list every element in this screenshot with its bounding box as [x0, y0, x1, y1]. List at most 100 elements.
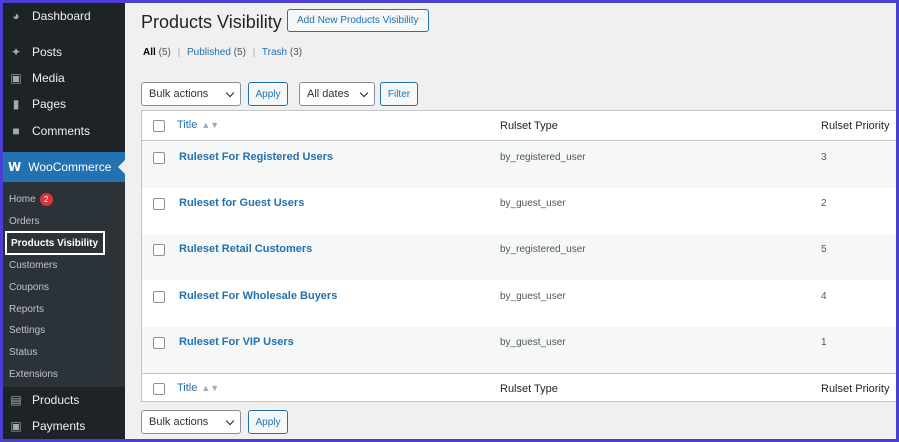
menu-comments[interactable]: ■ Comments: [3, 118, 125, 144]
filter-all[interactable]: All: [143, 47, 156, 58]
row-checkbox[interactable]: [153, 337, 165, 349]
submenu-home[interactable]: Home 2: [9, 190, 53, 208]
row-type: by_guest_user: [500, 337, 566, 348]
page-icon: ▮: [12, 97, 20, 111]
sort-icon: ▲▼: [201, 120, 220, 130]
row-priority: 4: [821, 291, 827, 302]
page-title: Products Visibility: [141, 12, 282, 32]
bulk-actions-select[interactable]: Bulk actions: [141, 82, 241, 106]
row-title-link[interactable]: Ruleset For Wholesale Buyers: [179, 290, 337, 302]
row-type: by_registered_user: [500, 152, 586, 163]
screenshot-frame: ◕ Dashboard ✦ Posts ▣ Media ▮ Pages ■ Co…: [3, 3, 896, 439]
menu-woocommerce[interactable]: W WooCommerce: [3, 152, 125, 182]
comment-icon: ■: [12, 124, 20, 138]
table-row[interactable]: Ruleset For Registered Users by_register…: [142, 141, 896, 188]
submenu-settings[interactable]: Settings: [9, 321, 45, 339]
status-filter-links: All (5) | Published (5) | Trash (3): [143, 47, 302, 58]
table-row[interactable]: Ruleset for Guest Users by_guest_user 2: [142, 188, 896, 234]
filter-trash-count: (3): [289, 47, 303, 58]
select-value: All dates: [307, 88, 350, 100]
row-title-link[interactable]: Ruleset For Registered Users: [179, 151, 333, 163]
menu-label: WooCommerce: [28, 160, 112, 174]
table-row[interactable]: Ruleset For VIP Users by_guest_user 1: [142, 327, 896, 373]
row-checkbox[interactable]: [153, 244, 165, 256]
woocommerce-submenu: Home 2 Orders Products Visibility Custom…: [3, 182, 125, 387]
submenu-label: Customers: [9, 259, 58, 271]
column-type: Rulset Type: [500, 383, 558, 395]
dashboard-icon: ◕: [12, 9, 20, 23]
row-title-link[interactable]: Ruleset Retail Customers: [179, 243, 312, 255]
menu-posts[interactable]: ✦ Posts: [3, 39, 125, 65]
menu-pages[interactable]: ▮ Pages: [3, 91, 125, 117]
posts-table: Title ▲▼ Rulset Type Rulset Priority Rule…: [141, 110, 896, 402]
submenu-label: Settings: [9, 324, 46, 336]
submenu-reports[interactable]: Reports: [9, 300, 44, 318]
submenu-coupons[interactable]: Coupons: [9, 278, 49, 296]
submenu-status[interactable]: Status: [9, 343, 37, 361]
media-icon: ▣: [10, 71, 22, 85]
filter-button[interactable]: Filter: [380, 82, 418, 106]
row-type: by_guest_user: [500, 291, 566, 302]
submenu-orders[interactable]: Orders: [9, 212, 40, 230]
select-all-checkbox[interactable]: [153, 120, 165, 132]
column-title-label: Title: [177, 382, 198, 394]
submenu-label: Status: [9, 346, 38, 358]
menu-media[interactable]: ▣ Media: [3, 65, 125, 91]
menu-label: Payments: [32, 419, 86, 433]
menu-products[interactable]: ▤ Products: [3, 387, 125, 413]
pin-icon: ✦: [10, 45, 22, 59]
select-value: Bulk actions: [149, 88, 209, 100]
dates-select[interactable]: All dates: [299, 82, 375, 106]
filter-published-count: (5): [233, 47, 246, 58]
column-title[interactable]: Title ▲▼: [177, 119, 219, 131]
menu-label: Posts: [32, 45, 63, 59]
separator: |: [177, 47, 181, 58]
chevron-down-icon: [225, 88, 235, 98]
menu-dashboard[interactable]: ◕ Dashboard: [3, 3, 125, 29]
menu-label: Media: [32, 71, 65, 85]
main-content: Products Visibility Add New Products Vis…: [125, 3, 896, 439]
menu-label: Comments: [32, 124, 91, 138]
select-all-checkbox[interactable]: [153, 383, 165, 395]
row-checkbox[interactable]: [153, 198, 165, 210]
submenu-label: Orders: [9, 215, 40, 227]
menu-label: Dashboard: [32, 9, 91, 23]
apply-button[interactable]: Apply: [248, 82, 288, 106]
dollar-icon: ▣: [10, 419, 22, 433]
submenu-products-visibility[interactable]: Products Visibility: [5, 231, 105, 255]
menu-payments[interactable]: ▣ Payments: [3, 413, 125, 439]
notification-badge: 2: [39, 192, 53, 206]
table-header: Title ▲▼ Rulset Type Rulset Priority: [142, 111, 896, 141]
table-row[interactable]: Ruleset For Wholesale Buyers by_guest_us…: [142, 280, 896, 327]
submenu-extensions[interactable]: Extensions: [9, 365, 58, 383]
row-title-link[interactable]: Ruleset For VIP Users: [179, 336, 294, 348]
add-new-button[interactable]: Add New Products Visibility: [287, 9, 429, 32]
apply-button-bottom[interactable]: Apply: [248, 410, 288, 434]
filter-published[interactable]: Published: [187, 47, 231, 58]
submenu-customers[interactable]: Customers: [9, 256, 57, 274]
submenu-label: Products Visibility: [11, 237, 99, 249]
submenu-label: Coupons: [9, 281, 50, 293]
column-type: Rulset Type: [500, 120, 558, 132]
select-value: Bulk actions: [149, 416, 209, 428]
bulk-actions-select-bottom[interactable]: Bulk actions: [141, 410, 241, 434]
row-checkbox[interactable]: [153, 291, 165, 303]
row-type: by_registered_user: [500, 244, 586, 255]
column-title[interactable]: Title ▲▼: [177, 382, 219, 394]
row-title-link[interactable]: Ruleset for Guest Users: [179, 197, 304, 209]
submenu-label: Extensions: [9, 368, 58, 380]
table-row[interactable]: Ruleset Retail Customers by_registered_u…: [142, 234, 896, 280]
column-title-label: Title: [177, 119, 198, 131]
woocommerce-icon: W: [8, 160, 21, 174]
filter-all-count: (5): [158, 47, 171, 58]
row-priority: 2: [821, 198, 827, 209]
row-priority: 5: [821, 244, 827, 255]
row-type: by_guest_user: [500, 198, 566, 209]
chevron-down-icon: [359, 88, 369, 98]
submenu-label: Reports: [9, 303, 45, 315]
menu-label: Pages: [32, 97, 67, 111]
row-checkbox[interactable]: [153, 152, 165, 164]
table-footer: Title ▲▼ Rulset Type Rulset Priority: [142, 373, 896, 403]
filter-trash[interactable]: Trash: [262, 47, 287, 58]
column-priority: Rulset Priority: [821, 120, 890, 132]
